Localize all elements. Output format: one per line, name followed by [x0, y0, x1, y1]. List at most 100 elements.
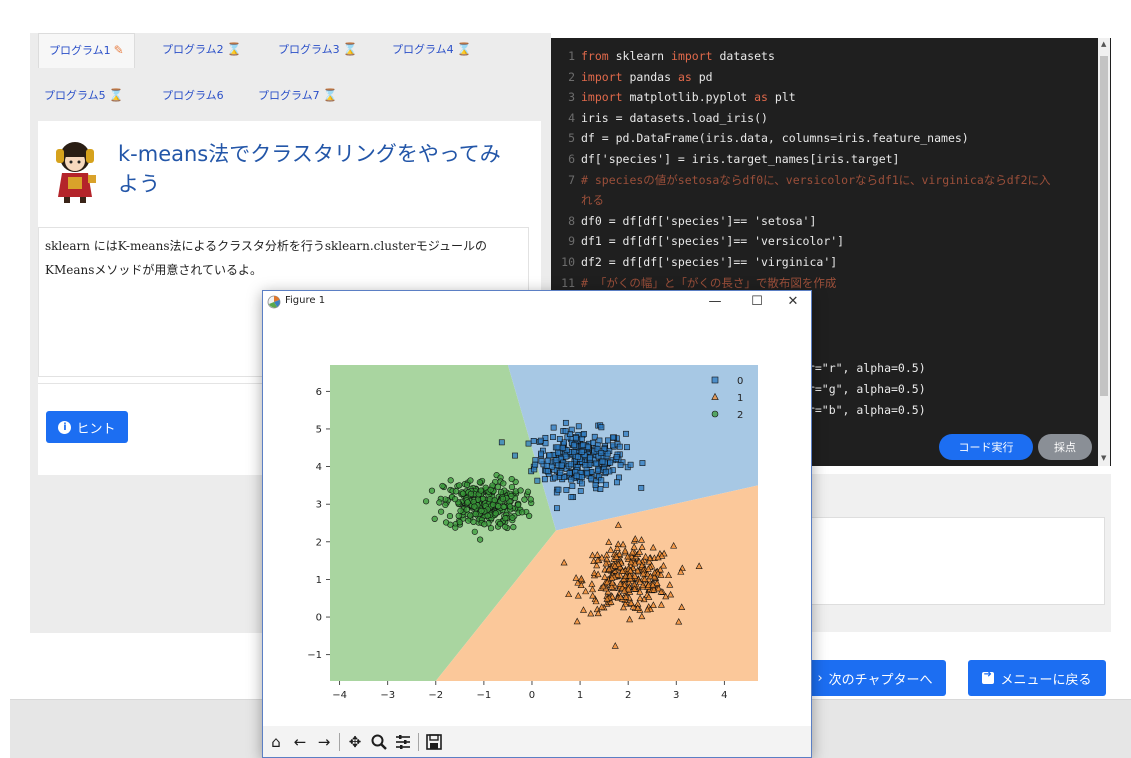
data-point-0	[568, 476, 575, 483]
data-point-2	[436, 499, 443, 506]
data-point-2	[431, 515, 438, 522]
line-number: 9	[568, 234, 575, 249]
tab-program-2[interactable]: プログラム2 ⌛	[162, 41, 242, 57]
tab-program-5[interactable]: プログラム5 ⌛	[44, 87, 124, 103]
figure-window[interactable]: Figure 1 — ☐ ✕ −4 −3 −2 −1 0 1 2 3 4 −1 0 1 2 3 4 5 6 0 1 2…	[262, 290, 812, 758]
code-token: # speciesの値がsetosaならdf0に、versicolorならdf1…	[581, 172, 1051, 187]
scroll-up-icon[interactable]: ▲	[1101, 40, 1106, 48]
code-line[interactable]: 8 df0 = df[df['species']== 'setosa']	[551, 211, 816, 232]
figure-title: Figure 1	[285, 295, 326, 306]
data-point-0	[617, 462, 624, 468]
data-point-0	[572, 435, 579, 442]
configure-subplots-icon[interactable]	[394, 733, 412, 751]
code-token: import	[581, 90, 623, 105]
data-point-0	[562, 428, 569, 435]
forward-arrow-icon[interactable]: →	[315, 733, 333, 751]
line-number: 2	[568, 69, 575, 84]
data-point-2	[447, 477, 454, 484]
code-token: sklearn	[608, 49, 672, 63]
data-point-0	[613, 454, 620, 460]
code-token: datasets	[712, 49, 775, 63]
run-code-button[interactable]: コード実行	[939, 434, 1033, 460]
data-point-2	[457, 507, 464, 514]
code-token: import	[581, 69, 623, 84]
hourglass-icon: ⌛	[342, 42, 358, 56]
data-point-0	[593, 460, 599, 467]
tab-program-6[interactable]: プログラム6	[162, 87, 224, 103]
data-point-2	[494, 483, 502, 490]
editor-scrollbar[interactable]: ▲ ▼	[1098, 38, 1110, 466]
data-point-0	[581, 431, 587, 437]
scroll-down-icon[interactable]: ▼	[1101, 454, 1106, 462]
code-line-tail: or="r", alpha=0.5)	[801, 361, 926, 375]
data-point-2	[500, 503, 507, 510]
data-point-0	[610, 434, 616, 441]
data-point-0	[597, 486, 604, 492]
code-token: れる	[581, 193, 604, 208]
code-line[interactable]: 6 df['species'] = iris.target_names[iris.…	[551, 149, 899, 170]
zoom-icon[interactable]	[370, 733, 388, 751]
data-point-2	[470, 518, 477, 525]
home-icon[interactable]: ⌂	[267, 733, 285, 751]
data-point-2	[439, 482, 446, 490]
data-point-2	[446, 512, 454, 520]
code-line[interactable]: 3 import matplotlib.pyplot as plt	[551, 87, 796, 108]
scrollbar-thumb[interactable]	[1100, 56, 1108, 396]
tab-program-4[interactable]: プログラム4 ⌛	[392, 41, 472, 57]
data-point-2	[495, 503, 502, 510]
code-token: import	[671, 49, 713, 63]
data-point-0	[638, 484, 645, 491]
data-point-0	[590, 439, 596, 446]
code-line[interactable]: れる	[551, 190, 604, 211]
y-tick-label: 4	[316, 462, 322, 473]
x-tick-label: 4	[721, 690, 727, 701]
line-number: 3	[568, 90, 575, 105]
code-line-tail: or="g", alpha=0.5)	[801, 382, 926, 396]
data-point-0	[563, 487, 570, 493]
data-point-0	[575, 423, 582, 430]
y-tick-label: 2	[316, 537, 322, 548]
data-point-0	[525, 440, 532, 447]
data-point-2	[423, 498, 430, 505]
data-point-2	[456, 519, 463, 526]
tab-program-7[interactable]: プログラム7 ⌛	[258, 87, 338, 103]
pencil-icon: ✎	[113, 43, 124, 57]
maximize-button[interactable]: ☐	[747, 292, 767, 312]
code-line[interactable]: 5 df = pd.DataFrame(iris.data, columns=ir…	[551, 128, 969, 149]
tab-program-3[interactable]: プログラム3 ⌛	[278, 41, 358, 57]
data-point-2	[517, 487, 524, 494]
data-point-0	[616, 443, 623, 450]
data-point-2	[521, 496, 528, 503]
figure-titlebar[interactable]: Figure 1 — ☐ ✕	[263, 291, 811, 313]
code-line[interactable]: 1 from sklearn import datasets	[551, 46, 775, 67]
code-token: df2 = df[df['species']== 'virginica']	[581, 255, 838, 269]
data-point-2	[481, 521, 488, 528]
tab-program-1[interactable]: プログラム1 ✎	[38, 33, 135, 68]
data-point-2	[442, 501, 449, 509]
data-point-0	[588, 475, 595, 482]
line-number: 7	[568, 172, 575, 187]
data-point-2	[456, 482, 463, 489]
hint-button[interactable]: i ヒント	[46, 411, 128, 443]
data-point-0	[578, 448, 585, 455]
save-icon[interactable]	[425, 733, 443, 751]
code-line[interactable]: 9 df1 = df[df['species']== 'versicolor']	[551, 231, 844, 252]
code-line[interactable]: 2 import pandas as pd	[551, 67, 713, 88]
data-point-0	[550, 424, 557, 431]
pan-icon[interactable]: ✥	[346, 733, 364, 751]
data-point-2	[510, 523, 517, 531]
close-button[interactable]: ✕	[783, 292, 803, 312]
code-line[interactable]: 4 iris = datasets.load_iris()	[551, 108, 768, 129]
back-to-menu-button[interactable]: メニューに戻る	[968, 660, 1106, 696]
back-arrow-icon[interactable]: ←	[291, 733, 309, 751]
data-point-0	[616, 474, 622, 481]
next-chapter-button[interactable]: › 次のチャプターへ	[804, 660, 946, 696]
grade-button[interactable]: 採点	[1038, 434, 1092, 460]
code-line[interactable]: 10 df2 = df[df['species']== 'virginica']	[551, 252, 837, 273]
line-number: 4	[568, 110, 575, 125]
code-line[interactable]: 7 # speciesの値がsetosaならdf0に、versicolorならdf…	[551, 170, 1051, 191]
tab-label: プログラム7	[258, 89, 320, 102]
data-point-0	[595, 467, 601, 474]
data-point-0	[598, 450, 605, 456]
minimize-button[interactable]: —	[705, 292, 725, 312]
